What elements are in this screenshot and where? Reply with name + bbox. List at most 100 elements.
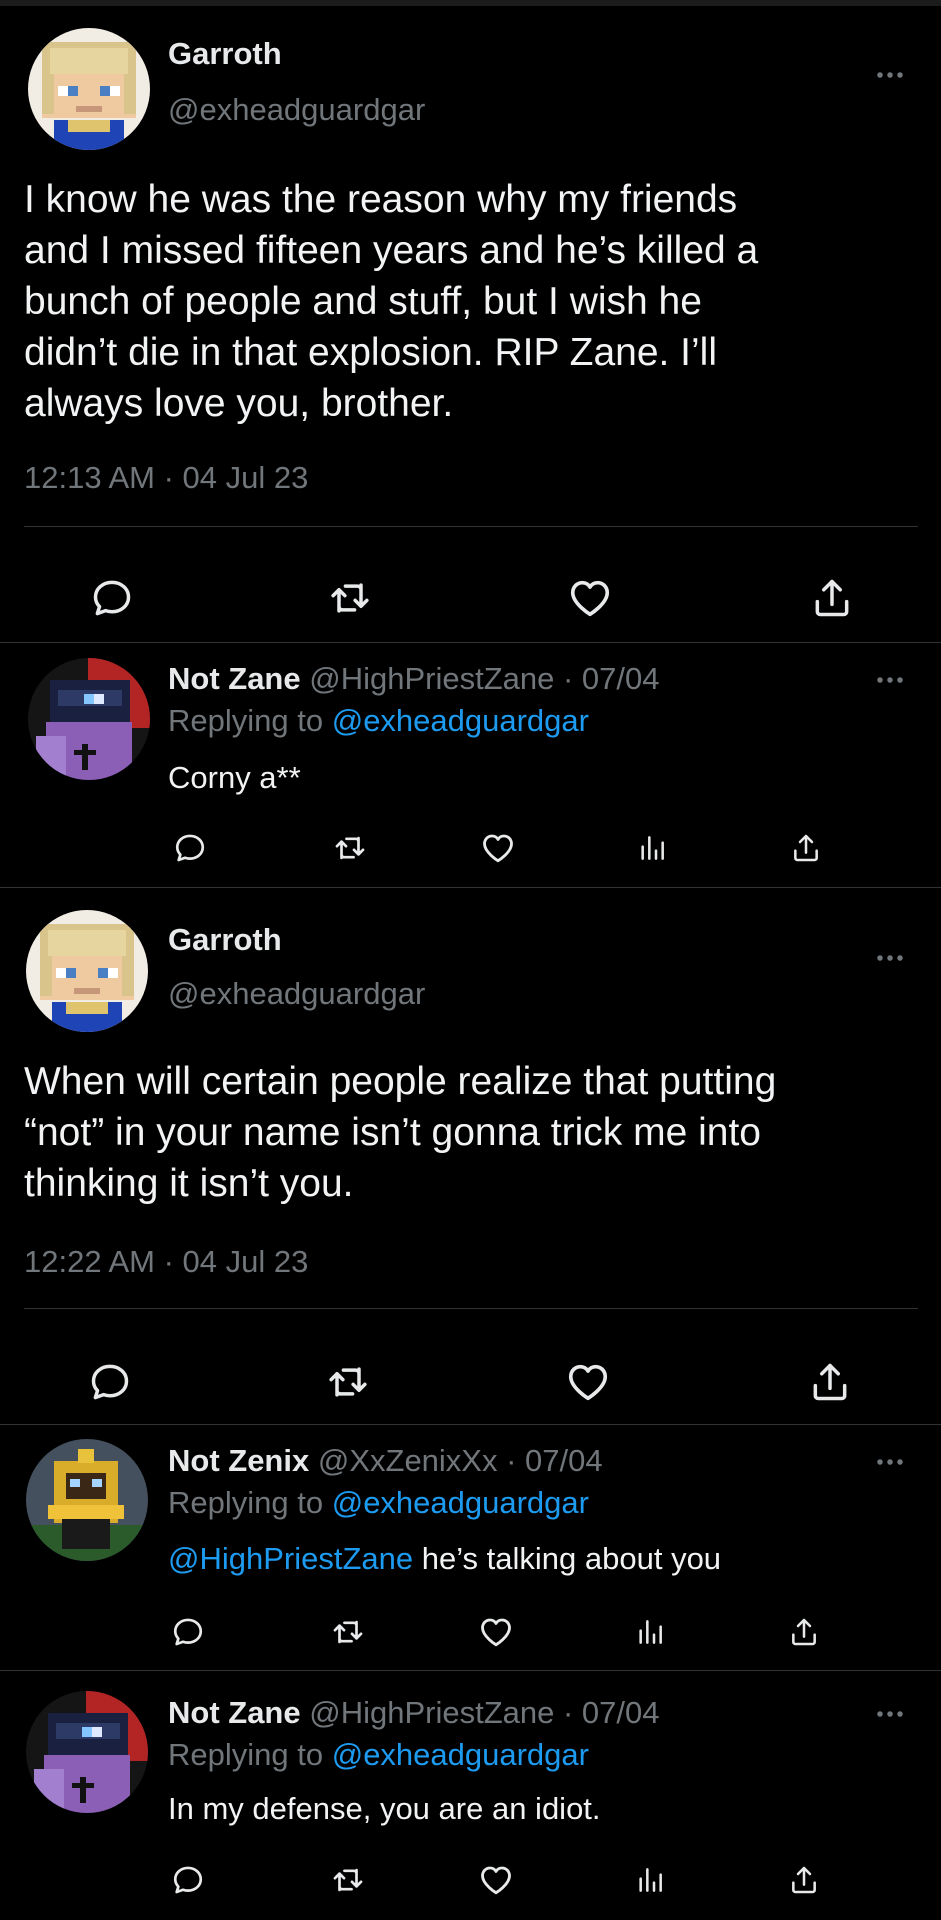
reply-text: Corny a** bbox=[168, 760, 301, 795]
tweet-text-line: and I missed fifteen years and he’s kill… bbox=[24, 229, 759, 272]
like-button[interactable] bbox=[474, 1610, 518, 1654]
reply-text-body: he’s talking about you bbox=[413, 1541, 722, 1576]
reply-text: @HighPriestZane he’s talking about you bbox=[168, 1541, 721, 1577]
like-button[interactable] bbox=[560, 568, 620, 628]
tweet[interactable]: Garroth @exheadguardgar When will certai… bbox=[0, 888, 941, 1424]
more-icon[interactable] bbox=[870, 1704, 910, 1724]
tweet-text-line: I know he was the reason why my friends bbox=[24, 178, 738, 221]
heart-icon bbox=[478, 1614, 514, 1650]
replying-to-label: Replying to bbox=[168, 1485, 324, 1520]
author-handle[interactable]: @HighPriestZane bbox=[309, 661, 554, 696]
views-bar-chart-icon bbox=[636, 832, 668, 864]
heart-icon bbox=[565, 1359, 611, 1405]
tweet-timestamp[interactable]: 12:22 AM · 04 Jul 23 bbox=[24, 1244, 308, 1280]
like-button[interactable] bbox=[474, 1858, 518, 1902]
replying-to-label: Replying to bbox=[168, 1737, 324, 1772]
author-name[interactable]: Garroth bbox=[168, 922, 282, 958]
share-button[interactable] bbox=[782, 1858, 826, 1902]
more-icon[interactable] bbox=[870, 948, 910, 968]
views-bar-chart-icon bbox=[634, 1616, 666, 1648]
tweet-text-line: When will certain people realize that pu… bbox=[24, 1060, 777, 1103]
like-button[interactable] bbox=[558, 1352, 618, 1412]
reply-date[interactable]: · 07/04 bbox=[563, 1695, 660, 1730]
tweet-text: When will certain people realize that pu… bbox=[24, 1056, 776, 1209]
avatar[interactable] bbox=[26, 1439, 148, 1561]
reply-tweet[interactable]: Not Zenix @XxZenixXx · 07/04 Replying to… bbox=[0, 1425, 941, 1670]
share-button[interactable] bbox=[782, 1610, 826, 1654]
share-button[interactable] bbox=[784, 826, 828, 870]
replying-to: Replying to @exheadguardgar bbox=[168, 1737, 589, 1773]
retweet-button[interactable] bbox=[318, 1352, 378, 1412]
status-strip bbox=[0, 0, 941, 6]
retweet-button[interactable] bbox=[326, 1858, 370, 1902]
heart-icon bbox=[480, 830, 516, 866]
author-handle[interactable]: @XxZenixXx bbox=[318, 1443, 498, 1478]
tweet-timestamp[interactable]: 12:13 AM · 04 Jul 23 bbox=[24, 460, 308, 496]
divider bbox=[24, 1308, 918, 1309]
replying-to: Replying to @exheadguardgar bbox=[168, 1485, 589, 1521]
author-name[interactable]: Not Zenix bbox=[168, 1443, 309, 1478]
share-icon bbox=[808, 1360, 852, 1404]
reply-button[interactable] bbox=[166, 1858, 210, 1902]
retweet-button[interactable] bbox=[326, 1610, 370, 1654]
reply-button[interactable] bbox=[166, 1610, 210, 1654]
like-button[interactable] bbox=[476, 826, 520, 870]
tweet-text: I know he was the reason why my friends … bbox=[24, 174, 758, 429]
author-name[interactable]: Not Zane bbox=[168, 1695, 301, 1730]
more-icon[interactable] bbox=[870, 1452, 910, 1472]
heart-icon bbox=[567, 575, 613, 621]
replying-to: Replying to @exheadguardgar bbox=[168, 703, 589, 739]
retweet-icon bbox=[326, 1360, 370, 1404]
share-button[interactable] bbox=[800, 1352, 860, 1412]
reply-tweet[interactable]: Not Zane @HighPriestZane · 07/04 Replyin… bbox=[0, 1671, 941, 1920]
author-name[interactable]: Not Zane bbox=[168, 661, 301, 696]
replying-to-link[interactable]: @exheadguardgar bbox=[332, 703, 589, 738]
avatar[interactable] bbox=[26, 1691, 148, 1813]
reply-button[interactable] bbox=[168, 826, 212, 870]
retweet-button[interactable] bbox=[328, 826, 372, 870]
author-handle[interactable]: @HighPriestZane bbox=[309, 1695, 554, 1730]
views-bar-chart-icon bbox=[634, 1864, 666, 1896]
share-icon bbox=[788, 1616, 820, 1648]
retweet-icon bbox=[331, 1615, 365, 1649]
share-icon bbox=[788, 1864, 820, 1896]
retweet-icon bbox=[331, 1863, 365, 1897]
reply-header: Not Zane @HighPriestZane · 07/04 bbox=[168, 1695, 660, 1731]
author-handle[interactable]: @exheadguardgar bbox=[168, 976, 425, 1012]
reply-date[interactable]: · 07/04 bbox=[506, 1443, 603, 1478]
avatar[interactable] bbox=[28, 658, 150, 780]
author-handle[interactable]: @exheadguardgar bbox=[168, 92, 425, 128]
views-button[interactable] bbox=[630, 826, 674, 870]
views-button[interactable] bbox=[628, 1610, 672, 1654]
retweet-button[interactable] bbox=[320, 568, 380, 628]
reply-header: Not Zane @HighPriestZane · 07/04 bbox=[168, 661, 660, 697]
share-button[interactable] bbox=[802, 568, 862, 628]
reply-date[interactable]: · 07/04 bbox=[563, 661, 660, 696]
avatar[interactable] bbox=[28, 28, 150, 150]
reply-button[interactable] bbox=[80, 1352, 140, 1412]
more-icon[interactable] bbox=[870, 65, 910, 85]
share-icon bbox=[790, 832, 822, 864]
avatar[interactable] bbox=[26, 910, 148, 1032]
mention-link[interactable]: @HighPriestZane bbox=[168, 1541, 413, 1576]
tweet[interactable]: Garroth @exheadguardgar I know he was th… bbox=[0, 10, 941, 642]
reply-bubble-icon bbox=[171, 1863, 205, 1897]
reply-button[interactable] bbox=[82, 568, 142, 628]
reply-tweet[interactable]: Not Zane @HighPriestZane · 07/04 Replyin… bbox=[0, 643, 941, 886]
heart-icon bbox=[478, 1862, 514, 1898]
divider bbox=[24, 526, 918, 527]
tweet-text-line: always love you, brother. bbox=[24, 382, 454, 425]
more-icon[interactable] bbox=[870, 670, 910, 690]
reply-header: Not Zenix @XxZenixXx · 07/04 bbox=[168, 1443, 603, 1479]
replying-to-link[interactable]: @exheadguardgar bbox=[332, 1485, 589, 1520]
retweet-icon bbox=[333, 831, 367, 865]
replying-to-link[interactable]: @exheadguardgar bbox=[332, 1737, 589, 1772]
share-icon bbox=[810, 576, 854, 620]
retweet-icon bbox=[328, 576, 372, 620]
reply-bubble-icon bbox=[90, 576, 134, 620]
views-button[interactable] bbox=[628, 1858, 672, 1902]
reply-bubble-icon bbox=[171, 1615, 205, 1649]
reply-text: In my defense, you are an idiot. bbox=[168, 1791, 601, 1826]
author-name[interactable]: Garroth bbox=[168, 36, 282, 72]
tweet-text-line: “not” in your name isn’t gonna trick me … bbox=[24, 1111, 762, 1154]
